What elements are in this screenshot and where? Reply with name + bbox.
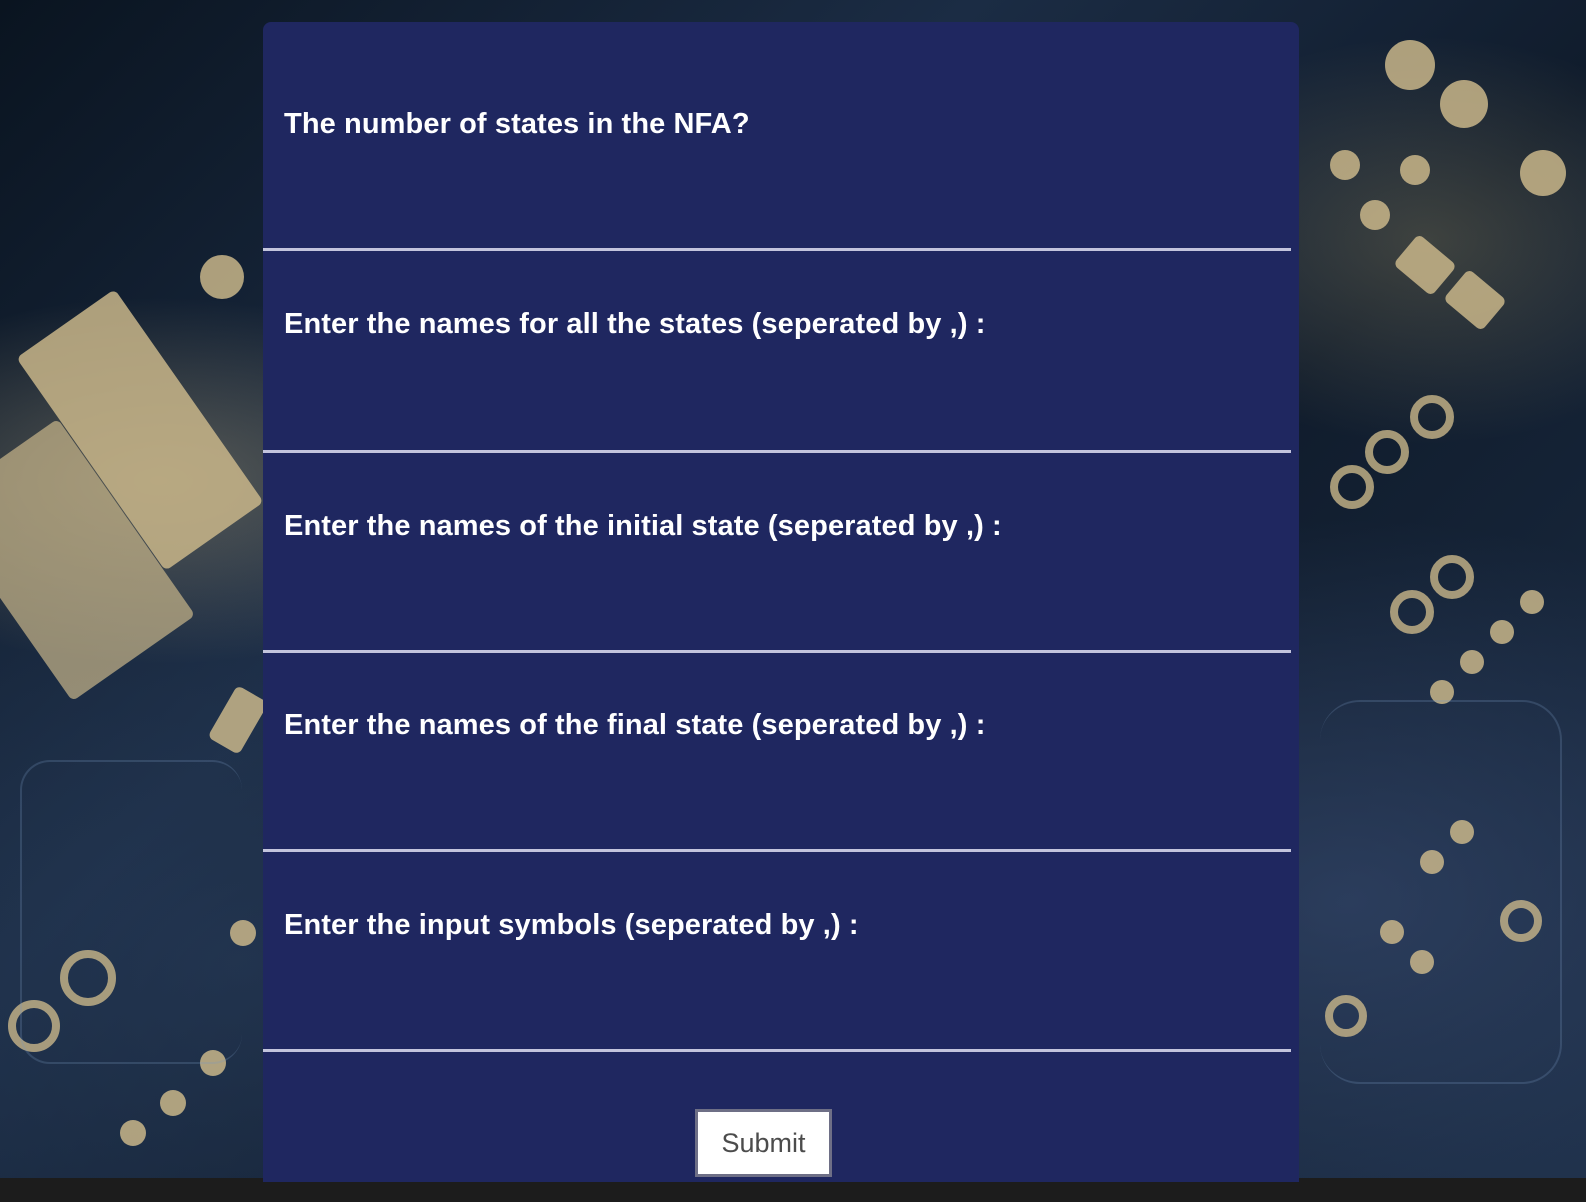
input-symbols-underline: [263, 1049, 1291, 1052]
background-pad: [1330, 150, 1360, 180]
num-states-input[interactable]: [263, 22, 1291, 250]
background-pad: [1490, 620, 1514, 644]
background-pad: [1460, 650, 1484, 674]
background-ring: [1410, 395, 1454, 439]
initial-state-input[interactable]: [263, 453, 1291, 652]
submit-button[interactable]: Submit: [695, 1109, 832, 1177]
background-pad: [207, 685, 269, 755]
background-pad: [1385, 40, 1435, 90]
background-ring: [1330, 465, 1374, 509]
nfa-form-panel: The number of states in the NFA? Enter t…: [263, 22, 1299, 1182]
background-pad: [1440, 80, 1488, 128]
background-pad: [1442, 268, 1508, 332]
background-pad: [1360, 200, 1390, 230]
state-names-field: Enter the names for all the states (sepe…: [263, 251, 1291, 453]
state-names-input[interactable]: [263, 251, 1291, 451]
background-pad: [120, 1120, 146, 1146]
background-pad: [160, 1090, 186, 1116]
input-symbols-field: Enter the input symbols (seperated by ,)…: [263, 852, 1291, 1052]
background-trace: [20, 760, 242, 1064]
initial-state-field: Enter the names of the initial state (se…: [263, 453, 1291, 653]
final-state-input[interactable]: [263, 652, 1291, 852]
background-pad: [200, 255, 244, 299]
background-pad: [1392, 233, 1458, 297]
background-ring: [1365, 430, 1409, 474]
num-states-field: The number of states in the NFA?: [263, 22, 1291, 251]
background-pad: [1400, 155, 1430, 185]
input-symbols-input[interactable]: [263, 852, 1291, 1052]
final-state-field: Enter the names of the final state (sepe…: [263, 652, 1291, 852]
background-trace: [1320, 700, 1562, 1084]
background-ring: [1430, 555, 1474, 599]
background-ring: [1390, 590, 1434, 634]
background-pad: [1520, 150, 1566, 196]
background-pad: [1520, 590, 1544, 614]
